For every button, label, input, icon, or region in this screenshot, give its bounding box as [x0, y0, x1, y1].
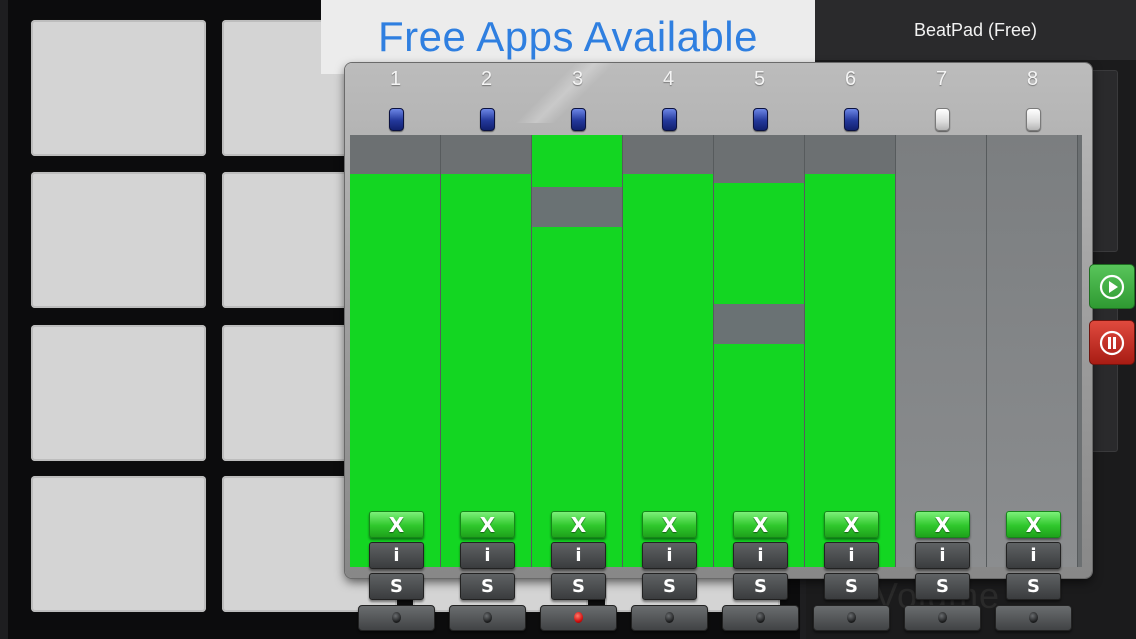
channel-led[interactable] [571, 108, 586, 131]
knob-indicator-icon [847, 612, 856, 623]
solo-button[interactable]: S [1006, 573, 1061, 600]
channel-knob-button[interactable] [813, 605, 890, 631]
channel-lane[interactable]: XiS [623, 135, 714, 631]
info-button[interactable]: i [369, 542, 424, 569]
drum-pad[interactable] [31, 476, 206, 612]
mixer-window: XiSXiSXiSXiSXiSXiSXiSXiS 12345678 [345, 63, 1092, 631]
channel-number: 1 [389, 68, 402, 90]
level-fill [714, 183, 804, 567]
channel-number: 3 [571, 68, 584, 90]
knob-indicator-icon [665, 612, 674, 623]
channel-led[interactable] [753, 108, 768, 131]
solo-button[interactable]: S [642, 573, 697, 600]
info-button[interactable]: i [733, 542, 788, 569]
channel-led[interactable] [935, 108, 950, 131]
channel-led[interactable] [844, 108, 859, 131]
channel-lane[interactable]: XiS [714, 135, 805, 631]
info-button[interactable]: i [1006, 542, 1061, 569]
channel-number: 2 [480, 68, 493, 90]
channel-led[interactable] [1026, 108, 1041, 131]
play-button[interactable] [1089, 264, 1135, 309]
app-title: BeatPad (Free) [815, 0, 1136, 60]
drum-pad[interactable] [31, 172, 206, 308]
channel-led[interactable] [389, 108, 404, 131]
mute-button[interactable]: X [551, 511, 606, 538]
channel-number: 4 [662, 68, 675, 90]
mute-button[interactable]: X [460, 511, 515, 538]
info-button[interactable]: i [551, 542, 606, 569]
solo-button[interactable]: S [733, 573, 788, 600]
solo-button[interactable]: S [369, 573, 424, 600]
solo-button[interactable]: S [915, 573, 970, 600]
info-button[interactable]: i [824, 542, 879, 569]
channel-knob-button[interactable] [722, 605, 799, 631]
channel-lane[interactable]: XiS [987, 135, 1078, 631]
channel-knob-button[interactable] [540, 605, 617, 631]
channel-lane[interactable]: XiS [350, 135, 441, 631]
level-gap [714, 304, 804, 344]
mute-button[interactable]: X [915, 511, 970, 538]
channel-lanes: XiSXiSXiSXiSXiSXiSXiSXiS [350, 135, 1082, 631]
info-button[interactable]: i [460, 542, 515, 569]
channel-knob-button[interactable] [995, 605, 1072, 631]
knob-indicator-icon [938, 612, 947, 623]
mute-button[interactable]: X [1006, 511, 1061, 538]
drum-pad[interactable] [31, 325, 206, 461]
pause-icon [1099, 330, 1125, 355]
level-fill [350, 174, 440, 567]
mute-button[interactable]: X [733, 511, 788, 538]
channel-knob-button[interactable] [358, 605, 435, 631]
knob-indicator-icon [392, 612, 401, 623]
level-fill [805, 174, 895, 567]
solo-button[interactable]: S [460, 573, 515, 600]
channel-lane[interactable]: XiS [805, 135, 896, 631]
solo-button[interactable]: S [824, 573, 879, 600]
channel-number: 7 [935, 68, 948, 90]
pause-button[interactable] [1089, 320, 1135, 365]
channel-number: 8 [1026, 68, 1039, 90]
info-button[interactable]: i [642, 542, 697, 569]
mute-button[interactable]: X [642, 511, 697, 538]
channel-number: 6 [844, 68, 857, 90]
channel-lane[interactable]: XiS [441, 135, 532, 631]
play-icon [1099, 274, 1125, 299]
mute-button[interactable]: X [369, 511, 424, 538]
knob-indicator-icon [483, 612, 492, 623]
channel-knob-button[interactable] [631, 605, 708, 631]
solo-button[interactable]: S [551, 573, 606, 600]
level-gap [532, 187, 622, 227]
knob-indicator-icon [756, 612, 765, 623]
channel-led[interactable] [480, 108, 495, 131]
channel-knob-button[interactable] [449, 605, 526, 631]
channel-lane[interactable]: XiS [532, 135, 623, 631]
channel-number: 5 [753, 68, 766, 90]
info-button[interactable]: i [915, 542, 970, 569]
drum-pad[interactable] [31, 20, 206, 156]
mute-button[interactable]: X [824, 511, 879, 538]
channel-lane[interactable]: XiS [896, 135, 987, 631]
channel-knob-button[interactable] [904, 605, 981, 631]
level-fill [623, 174, 713, 567]
knob-indicator-icon [574, 612, 583, 623]
knob-indicator-icon [1029, 612, 1038, 623]
level-fill [441, 174, 531, 567]
channel-led[interactable] [662, 108, 677, 131]
banner-text: Free Apps Available [378, 13, 758, 60]
